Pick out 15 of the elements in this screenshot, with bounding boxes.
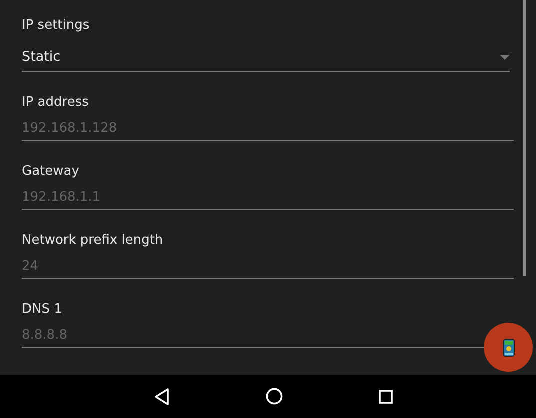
field-label: IP settings	[22, 17, 91, 35]
field-label: Gateway	[22, 163, 80, 181]
field-label: DNS 1	[22, 301, 64, 319]
field-label: IP address	[22, 94, 90, 112]
input-field[interactable]: 24	[22, 255, 462, 278]
input-field[interactable]: 192.168.1.1	[22, 186, 462, 209]
app-icon	[502, 338, 514, 356]
caret-icon	[500, 54, 510, 60]
input-field[interactable]: 8.8.8.8	[22, 324, 462, 347]
field-label: Network prefix length	[22, 232, 164, 250]
home-icon[interactable]	[266, 388, 282, 405]
recents-icon[interactable]	[378, 390, 392, 404]
back-icon[interactable]	[154, 388, 170, 406]
dropdown[interactable]: Static	[22, 46, 510, 72]
input-field[interactable]: 192.168.1.128	[22, 117, 462, 140]
